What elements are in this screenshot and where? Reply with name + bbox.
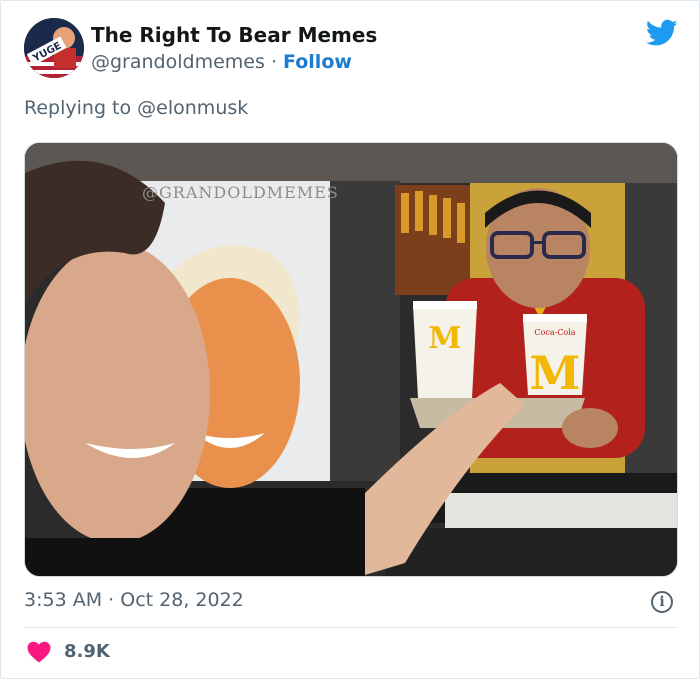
reply-prefix: Replying to: [24, 97, 132, 119]
author-name[interactable]: The Right To Bear Memes: [91, 23, 377, 47]
cup-brand: Coca-Cola: [534, 328, 575, 337]
twitter-bird-icon[interactable]: [645, 19, 678, 47]
tweet-timestamp[interactable]: 3:53 AM · Oct 28, 2022: [24, 589, 244, 611]
author-handle-row: @grandoldmemes · Follow: [91, 51, 352, 73]
info-icon[interactable]: i: [651, 591, 673, 613]
cup-logo-1: M: [428, 321, 461, 356]
follow-button[interactable]: Follow: [283, 51, 352, 73]
tweet-time[interactable]: 3:53 AM: [24, 589, 102, 611]
divider: [24, 627, 678, 628]
separator-dot: ·: [270, 51, 277, 73]
avatar[interactable]: YUGE: [24, 18, 84, 78]
replying-to: Replying to @elonmusk: [24, 97, 248, 119]
tweet-card: YUGE The Right To Bear Memes @grandoldme…: [0, 0, 700, 679]
tweet-date[interactable]: Oct 28, 2022: [120, 589, 244, 611]
cup-logo-2: M: [530, 346, 581, 400]
author-handle[interactable]: @grandoldmemes: [91, 51, 265, 73]
like-count[interactable]: 8.9K: [64, 641, 110, 662]
tweet-media-image[interactable]: M Coca-Cola M @GRANDOLDMEMES: [24, 142, 678, 577]
reply-mention-link[interactable]: @elonmusk: [137, 97, 248, 119]
timestamp-separator: ·: [108, 589, 115, 611]
heart-icon[interactable]: [27, 641, 51, 663]
media-watermark: @GRANDOLDMEMES: [142, 183, 339, 202]
person-1-face: [25, 243, 210, 543]
